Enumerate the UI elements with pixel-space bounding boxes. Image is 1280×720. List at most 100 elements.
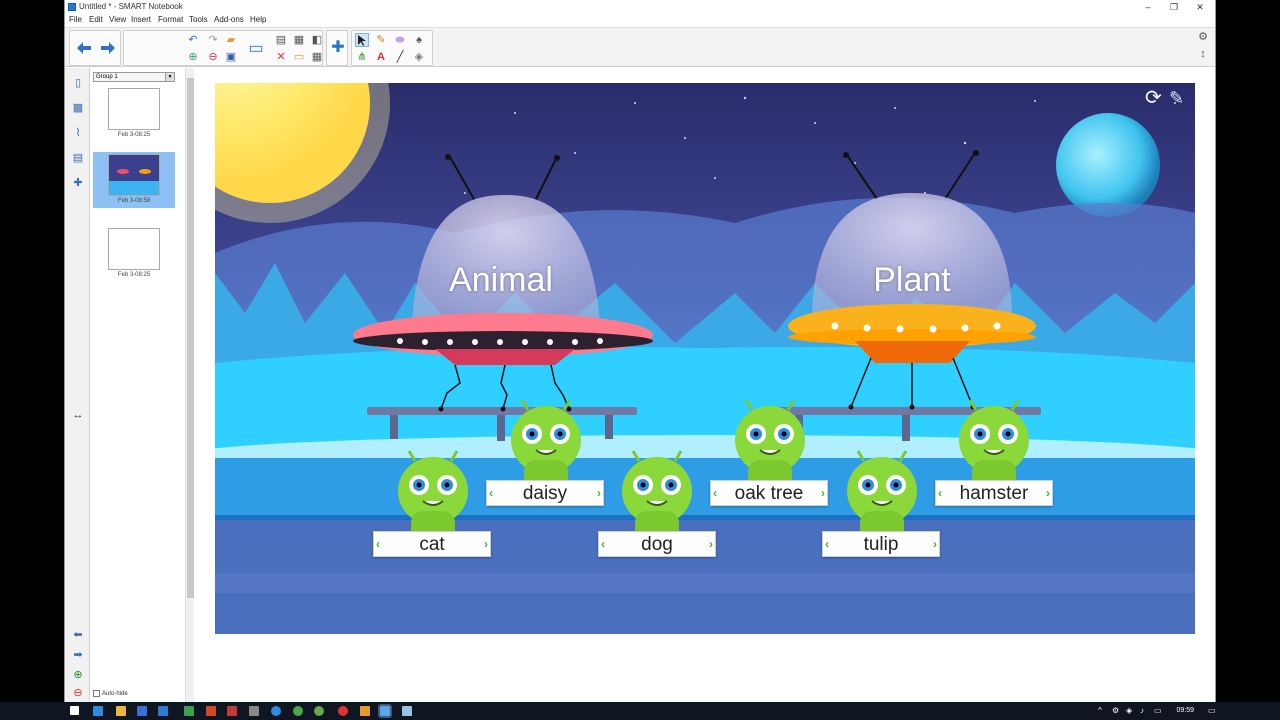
toolbar-position-icon[interactable]: ↕ <box>1196 47 1210 61</box>
app-icon-orange[interactable] <box>360 706 370 716</box>
previous-page-button[interactable] <box>74 38 94 58</box>
word-card-oak-tree[interactable]: ‹ oak tree › <box>710 480 828 506</box>
fill-tool-icon[interactable]: ♠ <box>412 33 426 47</box>
notifications-icon[interactable]: ▭ <box>1208 706 1218 716</box>
thumbnail-image <box>108 88 160 130</box>
drag-right-icon: › <box>821 486 825 500</box>
sorter-forward-icon[interactable]: ➡ <box>71 648 85 662</box>
taskbar-clock[interactable]: 09:59 <box>1176 707 1194 714</box>
page-thumbnail-3[interactable]: Feb 3-08:25 <box>93 226 175 282</box>
next-page-button[interactable] <box>98 38 118 58</box>
redo-icon[interactable]: ↷ <box>206 33 220 47</box>
magic-pen-icon[interactable]: ◈ <box>412 50 426 64</box>
menu-view[interactable]: View <box>109 15 126 24</box>
word-card-label: oak tree <box>734 483 804 504</box>
word-card-daisy[interactable]: ‹ daisy › <box>486 480 604 506</box>
page-sorter: Group 1 ▼ Feb 3-08:25 Feb 3-08:58 Feb 3-… <box>91 68 185 702</box>
attachments-icon[interactable]: ⌇ <box>71 126 85 140</box>
thumbnail-image <box>108 228 160 270</box>
checkbox[interactable] <box>93 690 100 697</box>
chrome-icon[interactable] <box>293 706 303 716</box>
save-icon[interactable]: ▣ <box>224 50 238 64</box>
undo-icon[interactable]: ↶ <box>186 33 200 47</box>
open-folder-icon[interactable]: ▰ <box>224 33 238 47</box>
menu-help[interactable]: Help <box>250 15 266 24</box>
opera-icon[interactable] <box>338 706 348 716</box>
puzzle-icon[interactable]: ✚ <box>328 38 348 58</box>
text-tool-icon[interactable]: A <box>374 50 388 64</box>
windows-start-icon[interactable] <box>70 706 79 715</box>
group-label-animal: Animal <box>449 261 553 299</box>
select-tool-icon[interactable] <box>355 33 369 47</box>
menu-edit[interactable]: Edit <box>89 15 103 24</box>
volume-icon[interactable]: ♪ <box>1140 706 1150 716</box>
sorter-back-icon[interactable]: ⬅ <box>71 628 85 642</box>
resize-sidebar-icon[interactable]: ↔ <box>71 408 85 422</box>
scrollbar-thumb[interactable] <box>187 78 194 598</box>
word-card-tulip[interactable]: ‹ tulip › <box>822 531 940 557</box>
sorter-delete-page-icon[interactable]: ⊖ <box>71 686 85 700</box>
word-icon[interactable] <box>158 706 168 716</box>
sorter-scrollbar[interactable] <box>185 68 194 702</box>
addons-icon[interactable]: ✚ <box>71 176 85 190</box>
drag-left-icon: ‹ <box>489 486 493 500</box>
screen-display-icon[interactable]: ▭ <box>246 39 266 59</box>
delete-icon[interactable]: ✕ <box>274 50 288 64</box>
reset-icon[interactable]: ⟳ <box>1145 87 1165 109</box>
screen-icon[interactable]: ▭ <box>292 50 306 64</box>
excel-icon[interactable] <box>184 706 194 716</box>
menu-tools[interactable]: Tools <box>189 15 208 24</box>
smart-notebook-taskbar-icon[interactable] <box>378 704 392 718</box>
arrow-right-icon <box>101 42 115 54</box>
edge-browser-icon[interactable] <box>93 706 103 716</box>
screen-capture-icon[interactable]: ▦ <box>292 33 306 47</box>
pen-tool-icon[interactable]: ✎ <box>374 33 388 47</box>
smart-tools-icon[interactable] <box>402 706 412 716</box>
group-dropdown[interactable]: Group 1 ▼ <box>93 72 175 82</box>
powerpoint-icon[interactable] <box>206 706 216 716</box>
file-explorer-icon[interactable] <box>116 706 126 716</box>
add-page-icon[interactable]: ⊕ <box>186 50 200 64</box>
outlook-icon[interactable] <box>137 706 147 716</box>
delete-page-icon[interactable]: ⊖ <box>206 50 220 64</box>
edit-pencil-icon[interactable]: ✎ <box>1169 87 1189 109</box>
word-card-dog[interactable]: ‹ dog › <box>598 531 716 557</box>
app-icon-blue[interactable] <box>271 706 281 716</box>
settings-gear-icon[interactable]: ⚙ <box>1196 30 1210 44</box>
screen-shade-icon[interactable]: ◧ <box>310 33 324 47</box>
menu-file[interactable]: File <box>69 15 82 24</box>
tray-chevron-up-icon[interactable]: ^ <box>1098 706 1108 716</box>
gallery-icon[interactable]: ▩ <box>71 101 85 115</box>
keyboard-icon[interactable]: ▭ <box>1154 706 1164 716</box>
menu-insert[interactable]: Insert <box>131 15 151 24</box>
addon-group: ✚ <box>326 30 348 66</box>
paste-icon[interactable]: ▤ <box>274 33 288 47</box>
menu-addons[interactable]: Add-ons <box>214 15 244 24</box>
word-card-hamster[interactable]: ‹ hamster › <box>935 480 1053 506</box>
app-icon-green[interactable] <box>314 706 324 716</box>
word-card-cat[interactable]: ‹ cat › <box>373 531 491 557</box>
properties-icon[interactable]: ▤ <box>71 151 85 165</box>
drag-left-icon: ‹ <box>713 486 717 500</box>
drag-right-icon: › <box>484 537 488 551</box>
minimize-button[interactable]: – <box>1135 0 1161 14</box>
page-sorter-icon[interactable]: ▯ <box>71 76 85 90</box>
eraser-tool-icon[interactable]: ⬬ <box>393 33 407 47</box>
title-bar: Untitled * - SMART Notebook – ❐ ✕ <box>65 0 1215 14</box>
creative-pens-icon[interactable]: ⋔ <box>355 50 369 64</box>
maximize-button[interactable]: ❐ <box>1161 0 1187 14</box>
acrobat-icon[interactable] <box>227 706 237 716</box>
windows-taskbar: ^ ⚙ ◈ ♪ ▭ 09:59 ▭ <box>0 702 1280 720</box>
close-button[interactable]: ✕ <box>1187 0 1213 14</box>
table-icon[interactable]: ▦ <box>310 50 324 64</box>
tray-settings-icon[interactable]: ⚙ <box>1112 706 1122 716</box>
page-thumbnail-2[interactable]: Feb 3-08:58 <box>93 152 175 208</box>
drag-left-icon: ‹ <box>825 537 829 551</box>
auto-hide-toggle[interactable]: Auto-hide <box>93 690 128 697</box>
line-tool-icon[interactable]: ╱ <box>393 50 407 64</box>
menu-format[interactable]: Format <box>158 15 183 24</box>
page-thumbnail-1[interactable]: Feb 3-08:25 <box>93 86 175 142</box>
app-icon-settings[interactable] <box>249 706 259 716</box>
network-icon[interactable]: ◈ <box>1126 706 1136 716</box>
sorter-add-page-icon[interactable]: ⊕ <box>71 668 85 682</box>
